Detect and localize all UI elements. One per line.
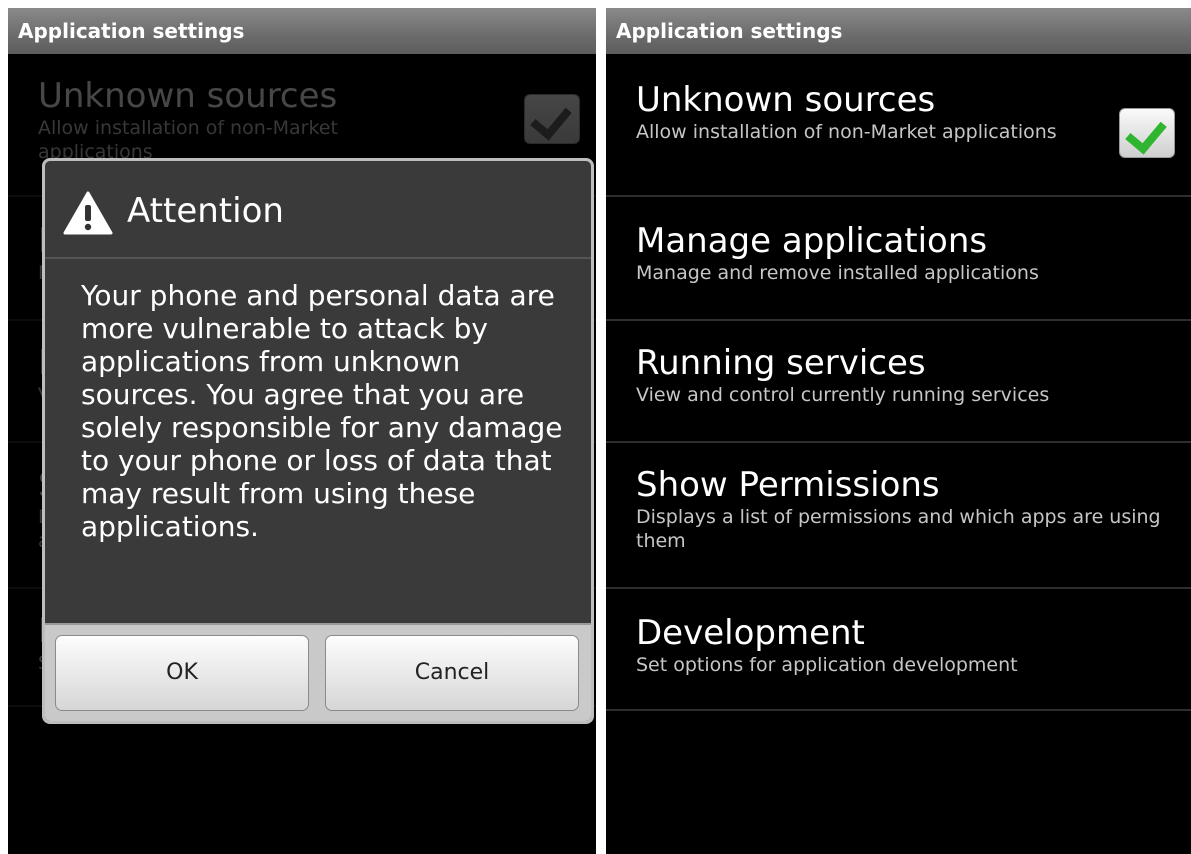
ok-button[interactable]: OK — [55, 635, 309, 711]
setting-summary: Set options for application development — [636, 654, 1018, 676]
setting-summary: Manage and remove installed applications — [636, 262, 1039, 284]
setting-title: Development — [636, 613, 865, 653]
setting-summary: Allow installation of non-Market applica… — [636, 121, 1057, 143]
checkmark-icon — [530, 97, 572, 141]
dialog-header: Attention — [45, 161, 591, 259]
dialog-title: Attention — [127, 191, 284, 231]
unknown-sources-checkbox — [524, 94, 580, 144]
dialog-button-bar: OK Cancel — [45, 623, 591, 721]
setting-title: Unknown sources — [636, 80, 936, 120]
settings-screen: Application settings Unknown sources All… — [606, 8, 1191, 854]
warning-icon — [63, 191, 113, 235]
title-bar: Application settings — [606, 8, 1191, 54]
attention-dialog: Attention Your phone and personal data a… — [42, 158, 594, 724]
setting-unknown-sources[interactable]: Unknown sources Allow installation of no… — [606, 54, 1191, 197]
setting-development[interactable]: Development Set options for application … — [606, 589, 1191, 711]
setting-title: Running services — [636, 343, 926, 383]
setting-show-permissions[interactable]: Show Permissions Displays a list of perm… — [606, 443, 1191, 589]
setting-title: Unknown sources — [38, 76, 338, 116]
setting-summary: Displays a list of permissions and which… — [636, 506, 1161, 552]
setting-summary: Allow installation of non-Market applica… — [38, 117, 338, 163]
unknown-sources-checkbox[interactable] — [1119, 108, 1175, 158]
checkmark-icon — [1125, 111, 1167, 155]
setting-manage-applications[interactable]: Manage applications Manage and remove in… — [606, 197, 1191, 321]
setting-title: Manage applications — [636, 221, 988, 261]
settings-screen-with-dialog: Application settings Unknown sources All… — [8, 8, 596, 854]
cancel-button[interactable]: Cancel — [325, 635, 579, 711]
title-bar: Application settings — [8, 8, 596, 54]
setting-title: Show Permissions — [636, 465, 940, 505]
setting-running-services[interactable]: Running services View and control curren… — [606, 321, 1191, 443]
setting-summary: View and control currently running servi… — [636, 384, 1050, 406]
dialog-message: Your phone and personal data are more vu… — [81, 279, 563, 543]
